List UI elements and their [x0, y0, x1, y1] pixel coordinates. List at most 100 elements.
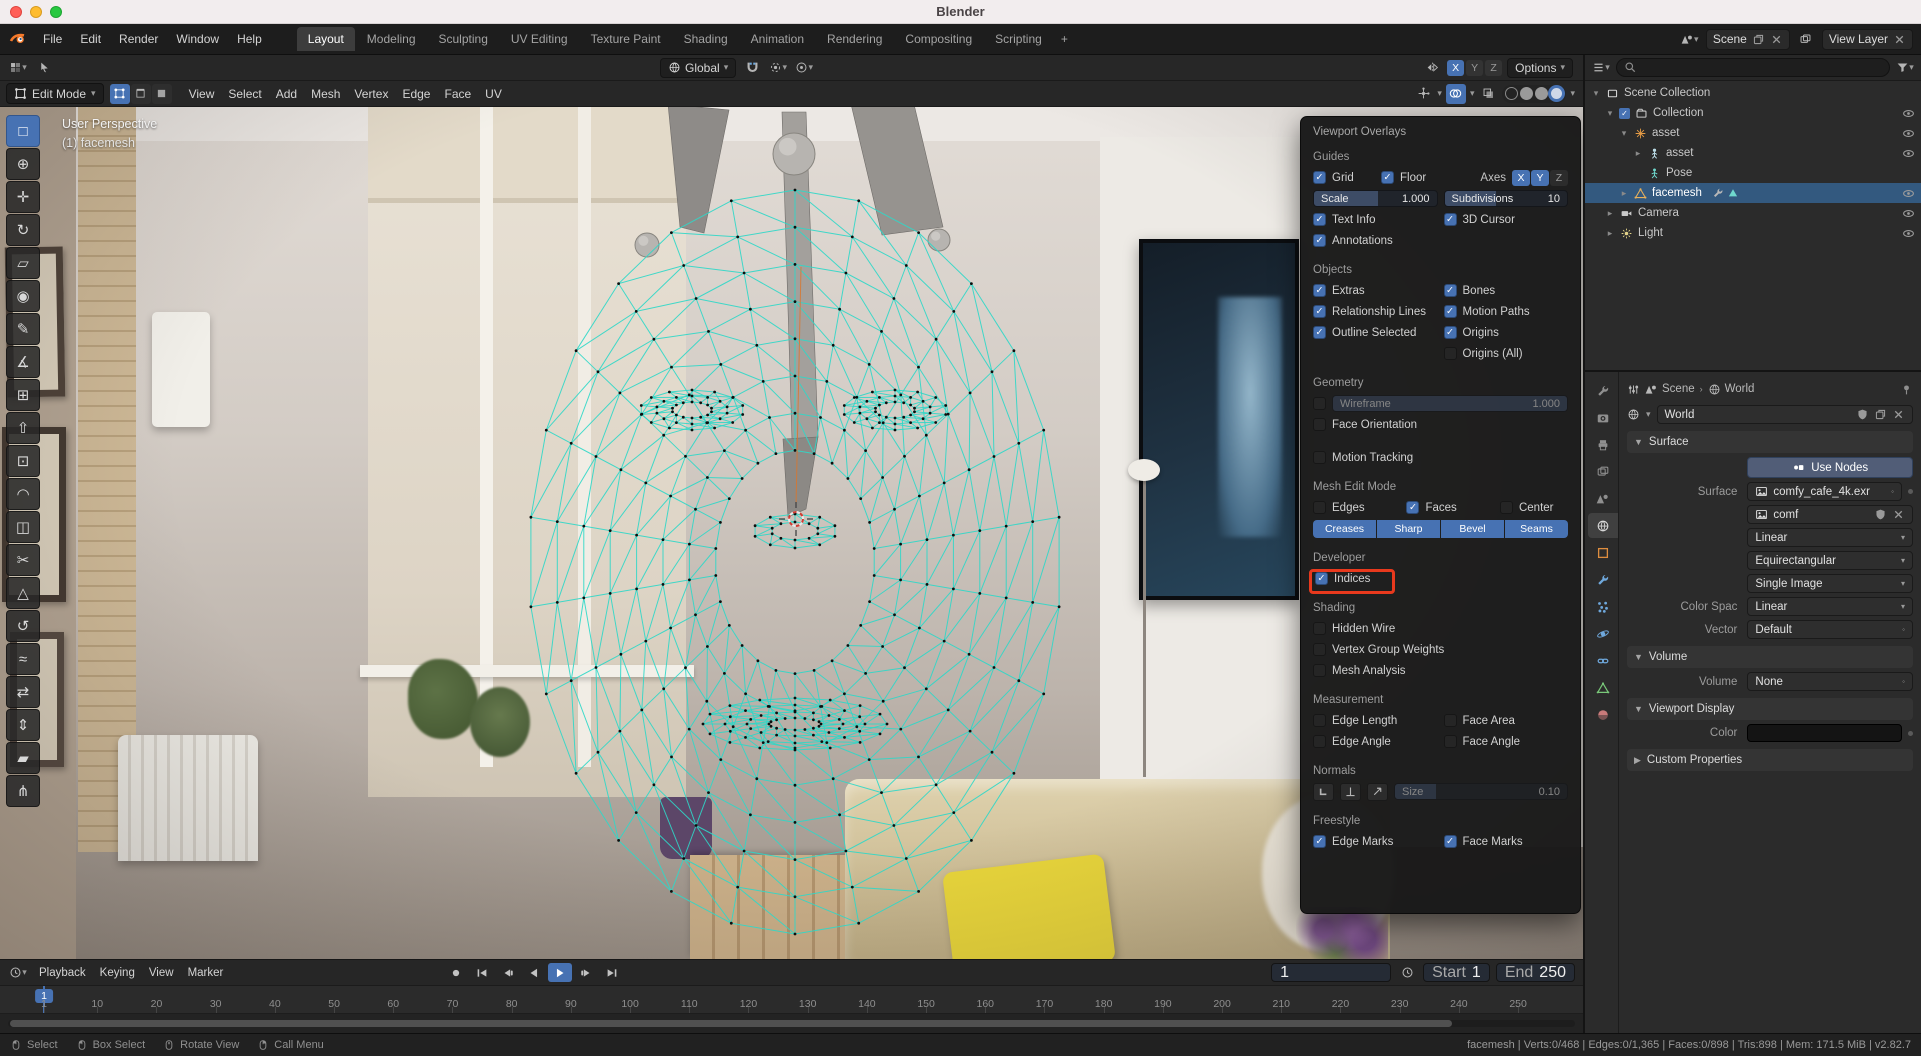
tool-inset-faces[interactable]: ⊡ — [6, 445, 40, 477]
timeline-scrollbar-thumb[interactable] — [10, 1020, 1452, 1027]
outliner-row-light[interactable]: ▸Light — [1585, 223, 1921, 243]
edges-checkbox[interactable]: Edges — [1313, 501, 1400, 514]
volume-section-header[interactable]: ▼Volume — [1627, 646, 1913, 668]
remove-view-layer-icon[interactable] — [1893, 33, 1906, 46]
ptab-object[interactable] — [1588, 540, 1618, 565]
mode-dropdown[interactable]: Edit Mode ▾ — [6, 83, 104, 104]
ptab-constraints[interactable] — [1588, 648, 1618, 673]
viewport-menu-face[interactable]: Face — [437, 83, 478, 105]
breadcrumb-world[interactable]: World — [1708, 383, 1755, 396]
transport-play-button[interactable] — [548, 963, 572, 982]
image-datablock-field[interactable]: comf — [1747, 505, 1913, 524]
transport-next-keyframe-button[interactable] — [574, 963, 598, 982]
shading-dropdown-caret[interactable]: ▾ — [1570, 88, 1575, 99]
face-orientation-checkbox[interactable]: Face Orientation — [1313, 418, 1417, 431]
current-frame-field[interactable]: 1 — [1271, 963, 1391, 982]
shading-material-button[interactable] — [1535, 87, 1548, 100]
use-preview-range-icon[interactable] — [1397, 963, 1417, 983]
transport-jump-start-button[interactable] — [470, 963, 494, 982]
origins-checkbox[interactable]: Origins — [1444, 326, 1569, 339]
ptab-scene[interactable] — [1588, 486, 1618, 511]
overlay-axis-y[interactable]: Y — [1531, 170, 1549, 186]
face-area-checkbox[interactable]: Face Area — [1444, 714, 1569, 727]
image-fake-user-icon[interactable] — [1874, 508, 1887, 521]
relationship-lines-checkbox[interactable]: Relationship Lines — [1313, 305, 1438, 318]
timeline-menu-keying[interactable]: Keying — [93, 963, 142, 983]
tool-edge-slide[interactable]: ⇄ — [6, 676, 40, 708]
unlink-scene-icon[interactable] — [1770, 33, 1783, 46]
viewport-menu-uv[interactable]: UV — [478, 83, 509, 105]
mesh-analysis-checkbox[interactable]: Mesh Analysis — [1313, 664, 1406, 677]
center-checkbox[interactable]: Center — [1500, 501, 1568, 514]
transport-prev-keyframe-button[interactable] — [496, 963, 520, 982]
add-workspace-button[interactable]: + — [1053, 28, 1076, 50]
ptab-particles[interactable] — [1588, 594, 1618, 619]
world-name-field[interactable]: World — [1657, 405, 1913, 424]
tool-rip-region[interactable]: ⋔ — [6, 775, 40, 807]
active-tool-icon[interactable] — [34, 58, 54, 78]
animate-dot[interactable] — [1908, 489, 1913, 494]
new-world-icon[interactable] — [1874, 408, 1887, 421]
image-source-dropdown[interactable]: Single Image▾ — [1747, 574, 1913, 593]
grid-checkbox[interactable]: Grid — [1313, 171, 1375, 184]
edge-marks-checkbox[interactable]: Edge Marks — [1313, 835, 1438, 848]
interpolation-dropdown[interactable]: Linear▾ — [1747, 528, 1913, 547]
view-layer-selector[interactable]: View Layer — [1822, 29, 1913, 50]
disclosure-icon[interactable]: ▾ — [1619, 128, 1629, 139]
vertex-normals-button[interactable] — [1313, 783, 1334, 801]
ptab-tool[interactable] — [1588, 378, 1618, 403]
faces-checkbox[interactable]: Faces — [1406, 501, 1493, 514]
overlay-axis-z[interactable]: Z — [1550, 170, 1568, 186]
shading-solid-button[interactable] — [1520, 87, 1533, 100]
edge-length-checkbox[interactable]: Edge Length — [1313, 714, 1438, 727]
eye-icon[interactable] — [1902, 187, 1915, 200]
toggle-seams[interactable]: Seams — [1505, 520, 1568, 538]
eye-icon[interactable] — [1902, 227, 1915, 240]
menu-edit[interactable]: Edit — [71, 28, 110, 50]
eye-icon[interactable] — [1902, 127, 1915, 140]
disclosure-icon[interactable]: ▾ — [1605, 108, 1615, 119]
ptab-physics[interactable] — [1588, 621, 1618, 646]
edge-select-mode-button[interactable] — [131, 84, 151, 104]
viewport-menu-edge[interactable]: Edge — [395, 83, 437, 105]
unlink-world-icon[interactable] — [1892, 408, 1905, 421]
mirror-axis-z[interactable]: Z — [1485, 60, 1502, 76]
tool-poly-build[interactable]: △ — [6, 577, 40, 609]
tool-smooth[interactable]: ≈ — [6, 643, 40, 675]
transport-play-reverse-button[interactable] — [522, 963, 546, 982]
vector-field[interactable]: Default◦ — [1747, 620, 1913, 639]
viewport-menu-vertex[interactable]: Vertex — [347, 83, 395, 105]
timeline-ruler[interactable]: 1 11020304050607080901001101201301401501… — [0, 986, 1583, 1014]
timeline-menu-view[interactable]: View — [142, 963, 181, 983]
toggle-creases[interactable]: Creases — [1313, 520, 1376, 538]
timeline-menu-playback[interactable]: Playback — [32, 963, 93, 983]
face-select-mode-button[interactable] — [152, 84, 172, 104]
show-overlays-icon[interactable] — [1446, 84, 1466, 104]
ptab-object-data[interactable] — [1588, 675, 1618, 700]
image-unlink-icon[interactable] — [1892, 508, 1905, 521]
tool-add-cube[interactable]: ⊞ — [6, 379, 40, 411]
text-info-checkbox[interactable]: Text Info — [1313, 213, 1438, 226]
outliner-row-collection[interactable]: ▾✓Collection — [1585, 103, 1921, 123]
edge-angle-checkbox[interactable]: Edge Angle — [1313, 735, 1438, 748]
transport-jump-end-button[interactable] — [600, 963, 624, 982]
toggle-sharp[interactable]: Sharp — [1377, 520, 1440, 538]
viewport-menu-view[interactable]: View — [182, 83, 222, 105]
outliner-row-facemesh[interactable]: ▸facemesh — [1585, 183, 1921, 203]
outliner-row-pose[interactable]: Pose — [1585, 163, 1921, 183]
color-space-dropdown[interactable]: Linear▾ — [1747, 597, 1913, 616]
fake-user-icon[interactable] — [1856, 408, 1869, 421]
motion-tracking-checkbox[interactable]: Motion Tracking — [1313, 451, 1413, 464]
disclosure-icon[interactable]: ▾ — [1591, 88, 1601, 99]
workspace-tab-animation[interactable]: Animation — [740, 27, 815, 51]
transform-orientation-dropdown[interactable]: Global ▾ — [660, 58, 736, 78]
extras-checkbox[interactable]: Extras — [1313, 284, 1438, 297]
tool-knife[interactable]: ✂ — [6, 544, 40, 576]
tool-annotate[interactable]: ✎ — [6, 313, 40, 345]
viewport-color-swatch[interactable] — [1747, 724, 1902, 742]
tool-spin[interactable]: ↺ — [6, 610, 40, 642]
breadcrumb-scene[interactable]: Scene — [1645, 383, 1695, 396]
tool-loop-cut[interactable]: ◫ — [6, 511, 40, 543]
workspace-tab-texture-paint[interactable]: Texture Paint — [580, 27, 672, 51]
workspace-tab-shading[interactable]: Shading — [673, 27, 739, 51]
